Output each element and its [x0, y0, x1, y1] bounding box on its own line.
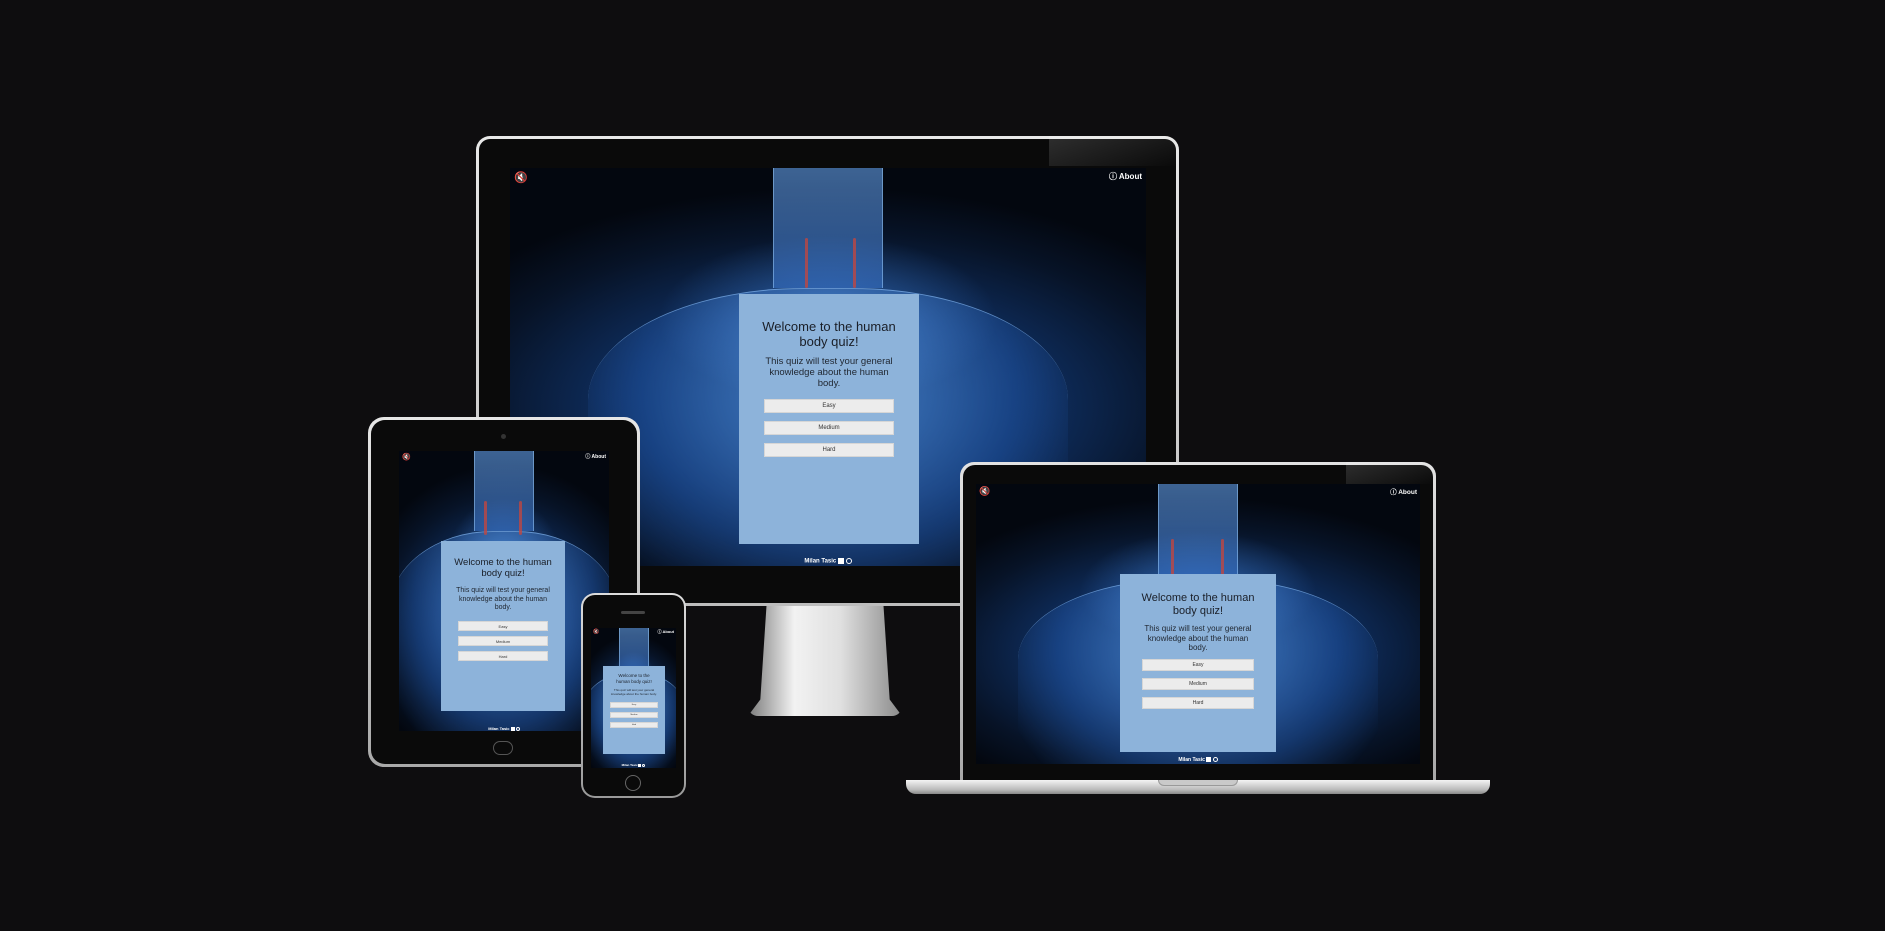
github-icon[interactable]: [1212, 757, 1218, 763]
medium-button[interactable]: Medium: [1142, 677, 1254, 690]
footer: Milan Tasic: [976, 757, 1420, 763]
quiz-title: Welcome to the human body quiz!: [616, 673, 652, 684]
quiz-description: This quiz will test your general knowled…: [1144, 624, 1252, 652]
mute-icon[interactable]: 🔇: [593, 629, 599, 635]
phone-screen: 🔇 ⓘ About Welcome to the human body quiz…: [591, 628, 676, 768]
github-icon[interactable]: [515, 726, 520, 731]
footer-author: Milan Tasic: [621, 763, 638, 767]
quiz-title: Welcome to the human body quiz!: [762, 319, 896, 349]
info-icon: ⓘ: [657, 629, 662, 634]
phone-speaker: [621, 611, 645, 614]
linkedin-icon[interactable]: [837, 558, 844, 565]
linkedin-icon[interactable]: [638, 763, 642, 767]
github-icon[interactable]: [845, 558, 852, 565]
about-link[interactable]: ⓘ About: [1390, 486, 1417, 496]
quiz-title: Welcome to the human body quiz!: [454, 557, 552, 579]
info-icon: ⓘ: [1108, 172, 1117, 181]
monitor-stand: [748, 606, 902, 716]
quiz-title: Welcome to the human body quiz!: [1141, 592, 1255, 617]
quiz-card: Welcome to the human body quiz! This qui…: [603, 666, 665, 754]
medium-button[interactable]: Medium: [610, 712, 658, 719]
about-link[interactable]: ⓘ About: [585, 453, 606, 460]
linkedin-icon[interactable]: [1206, 757, 1212, 763]
about-link[interactable]: ⓘ About: [657, 629, 674, 635]
quiz-card: Welcome to the human body quiz! This qui…: [1120, 574, 1276, 752]
about-link[interactable]: ⓘ About: [1109, 171, 1142, 182]
easy-button[interactable]: Easy: [610, 702, 658, 709]
easy-button[interactable]: Easy: [1142, 658, 1254, 671]
mute-icon[interactable]: 🔇: [402, 453, 411, 461]
tablet-home-button: [493, 741, 513, 755]
footer: Milan Tasic: [591, 763, 676, 767]
tablet-camera: [501, 434, 506, 439]
quiz-description: This quiz will test your general knowled…: [611, 688, 657, 696]
easy-button[interactable]: Easy: [458, 620, 548, 631]
info-icon: ⓘ: [585, 454, 591, 460]
mute-icon[interactable]: 🔇: [979, 486, 990, 497]
footer-author: Milan Tasic: [488, 726, 510, 731]
quiz-card: Welcome to the human body quiz! This qui…: [739, 294, 919, 544]
info-icon: ⓘ: [1390, 489, 1397, 496]
medium-button[interactable]: Medium: [764, 421, 894, 435]
hard-button[interactable]: Hard: [610, 722, 658, 729]
phone-home-button: [625, 775, 641, 791]
hard-button[interactable]: Hard: [1142, 696, 1254, 709]
hard-button[interactable]: Hard: [458, 650, 548, 661]
quiz-card: Welcome to the human body quiz! This qui…: [441, 541, 565, 711]
quiz-description: This quiz will test your general knowled…: [765, 356, 893, 389]
footer-author: Milan Tasic: [804, 559, 837, 565]
github-icon[interactable]: [642, 763, 646, 767]
laptop-notch: [1158, 780, 1238, 786]
medium-button[interactable]: Medium: [458, 635, 548, 646]
quiz-description: This quiz will test your general knowled…: [456, 587, 550, 611]
linkedin-icon[interactable]: [510, 726, 515, 731]
laptop-mockup: 🔇 ⓘ About Welcome to the human body quiz…: [906, 462, 1490, 802]
laptop-screen: 🔇 ⓘ About Welcome to the human body quiz…: [976, 484, 1420, 764]
tablet-screen: 🔇 ⓘ About Welcome to the human body quiz…: [399, 451, 609, 731]
footer-author: Milan Tasic: [1178, 757, 1205, 763]
mute-icon[interactable]: 🔇: [514, 171, 528, 184]
hard-button[interactable]: Hard: [764, 443, 894, 457]
easy-button[interactable]: Easy: [764, 399, 894, 413]
footer: Milan Tasic: [399, 726, 609, 731]
phone-mockup: 🔇 ⓘ About Welcome to the human body quiz…: [581, 593, 686, 798]
